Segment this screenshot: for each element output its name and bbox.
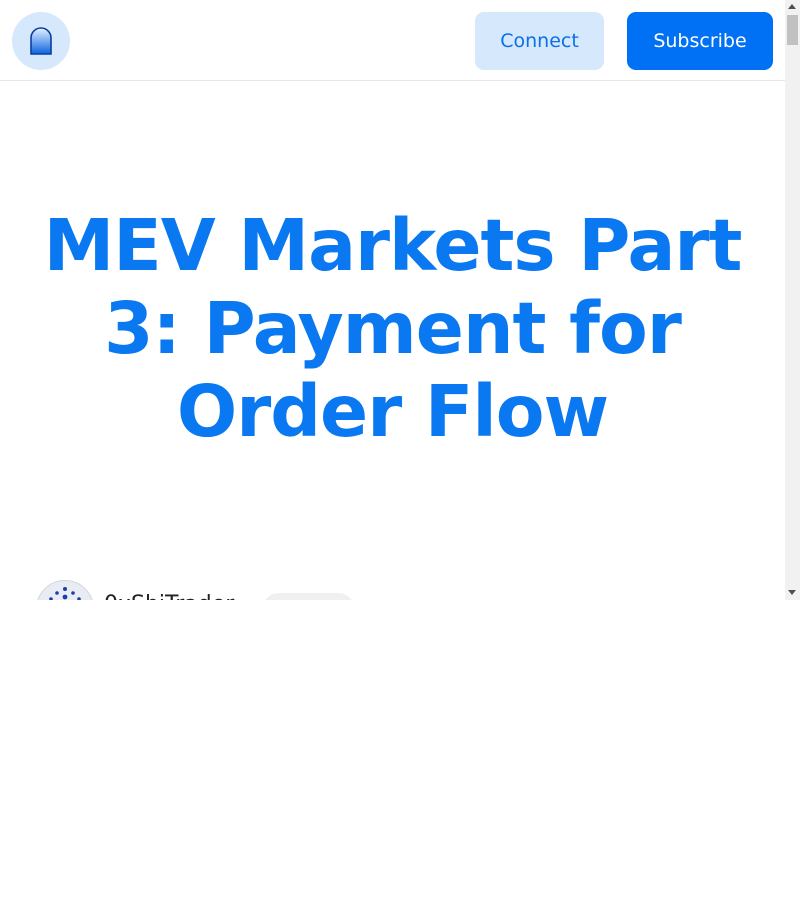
author-byline: 0xShiTrader: [36, 578, 776, 600]
arched-window-logo-icon: [30, 27, 52, 55]
site-logo[interactable]: [12, 12, 70, 70]
subscribe-button[interactable]: Subscribe: [627, 12, 773, 70]
dotted-pattern-avatar-icon: [49, 587, 81, 600]
scroll-up-arrow-icon[interactable]: [788, 4, 796, 9]
vertical-scrollbar[interactable]: [785, 0, 800, 600]
article-title: MEV Markets Part 3: Payment for Order Fl…: [43, 204, 743, 453]
scroll-down-arrow-icon[interactable]: [788, 590, 796, 595]
subscribe-pill-button[interactable]: [262, 593, 355, 600]
author-name[interactable]: 0xShiTrader: [104, 592, 234, 600]
author-avatar[interactable]: [36, 580, 94, 600]
connect-button[interactable]: Connect: [475, 12, 604, 70]
browser-viewport: Connect Subscribe MEV Markets Part 3: Pa…: [0, 0, 800, 600]
scroll-thumb[interactable]: [787, 15, 798, 45]
site-header: Connect Subscribe: [0, 0, 785, 81]
